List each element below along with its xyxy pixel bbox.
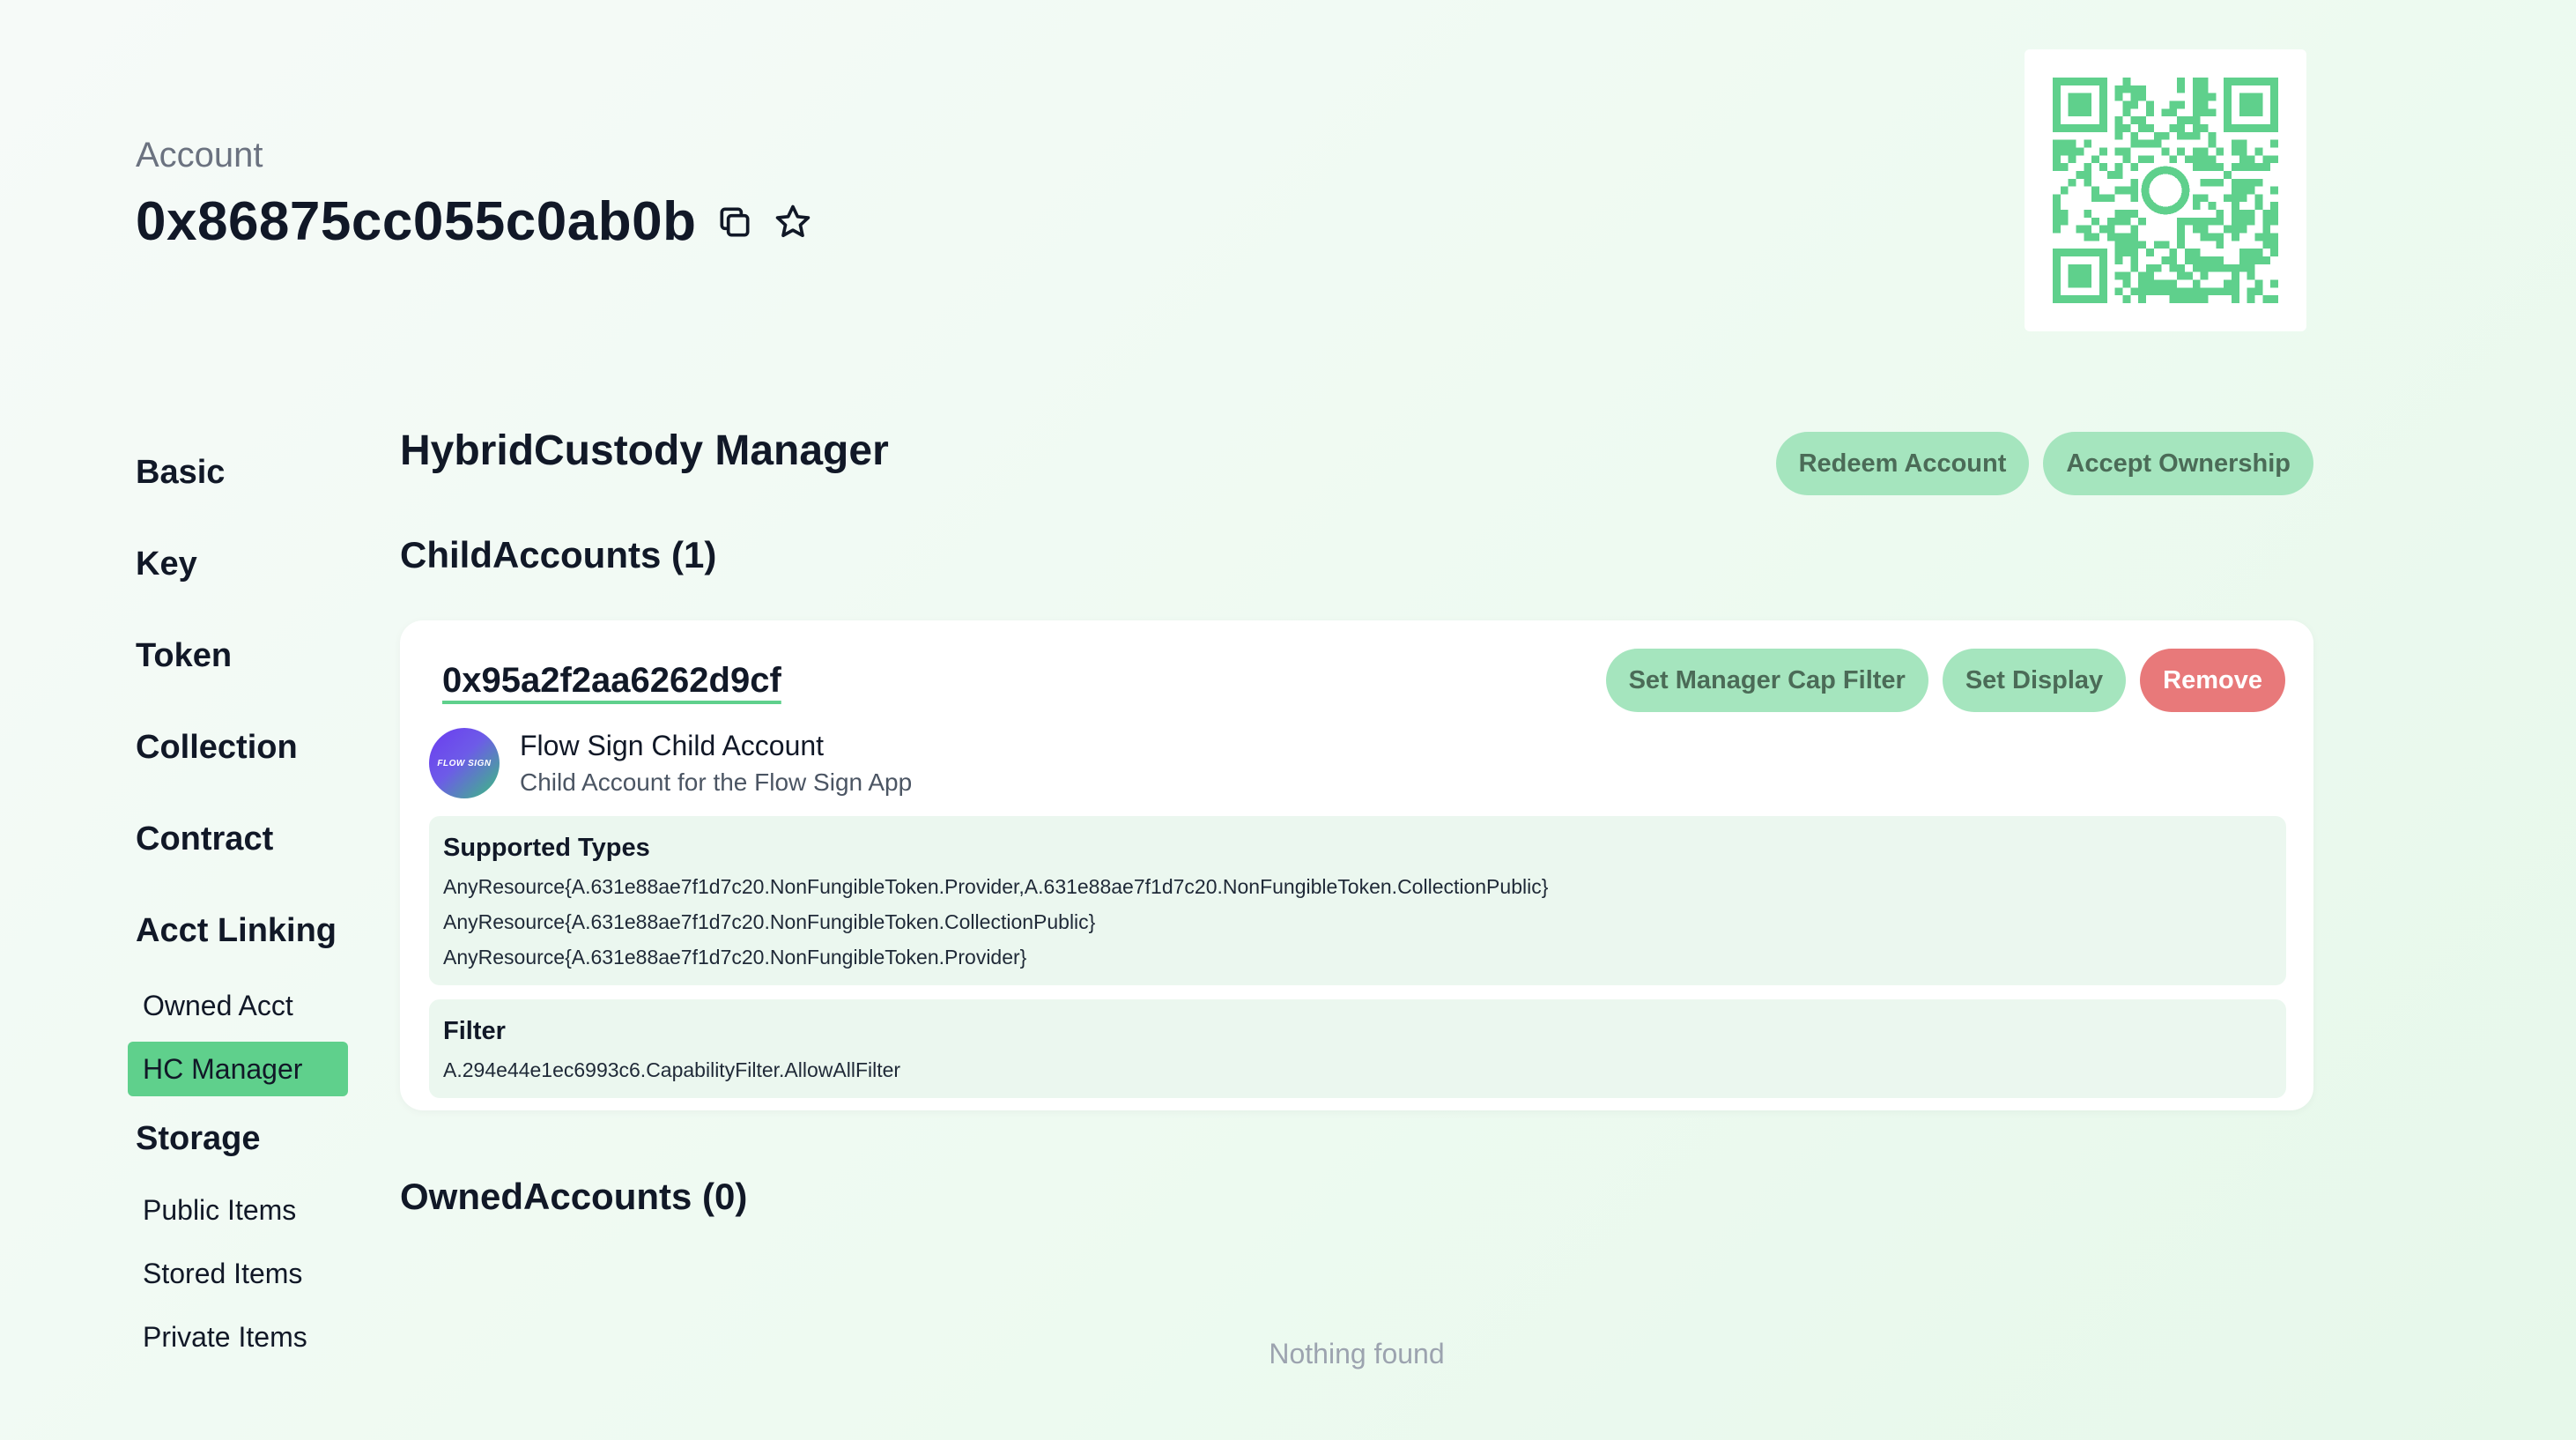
sidebar-item-public-items[interactable]: Public Items [128, 1183, 348, 1237]
remove-button[interactable]: Remove [2140, 649, 2285, 712]
sidebar-item-owned-acct[interactable]: Owned Acct [128, 978, 348, 1033]
copy-icon[interactable] [715, 203, 754, 241]
child-account-description: Child Account for the Flow Sign App [520, 768, 913, 796]
sidebar-item-stored-items[interactable]: Stored Items [128, 1246, 348, 1301]
redeem-account-button[interactable]: Redeem Account [1775, 432, 2030, 495]
avatar-text: FLOW SIGN [437, 758, 492, 768]
sidebar-item-storage[interactable]: Storage [128, 1105, 348, 1183]
supported-type-line: AnyResource{A.631e88ae7f1d7c20.NonFungib… [443, 875, 1549, 898]
owned-accounts-title: OwnedAccounts (0) [400, 1176, 748, 1217]
sidebar-item-collection[interactable]: Collection [128, 703, 348, 795]
child-account-actions: Set Manager Cap Filter Set Display Remov… [1605, 649, 2285, 712]
qr-code-icon [2053, 78, 2278, 303]
sidebar-item-token[interactable]: Token [128, 612, 348, 703]
address-row: 0x86875cc055c0ab0b [136, 189, 812, 256]
sidebar-nav: Basic Key Token Collection Contract Acct… [128, 428, 348, 1373]
sidebar-item-private-items[interactable]: Private Items [128, 1310, 348, 1364]
star-icon[interactable] [774, 203, 812, 241]
supported-types-box: Supported Types AnyResource{A.631e88ae7f… [429, 816, 2286, 985]
account-label: Account [136, 136, 263, 174]
sidebar-item-key[interactable]: Key [128, 520, 348, 612]
supported-type-line: AnyResource{A.631e88ae7f1d7c20.NonFungib… [443, 910, 1096, 933]
child-accounts-title: ChildAccounts (1) [400, 534, 717, 575]
supported-types-title: Supported Types [443, 834, 650, 862]
set-manager-cap-filter-button[interactable]: Set Manager Cap Filter [1605, 649, 1928, 712]
child-account-card: 0x95a2f2aa6262d9cf Set Manager Cap Filte… [400, 620, 2313, 1110]
sidebar-item-hc-manager[interactable]: HC Manager [128, 1042, 348, 1096]
accept-ownership-button[interactable]: Accept Ownership [2043, 432, 2313, 495]
sidebar-item-acct-linking[interactable]: Acct Linking [128, 887, 348, 978]
filter-box: Filter A.294e44e1ec6993c6.CapabilityFilt… [429, 999, 2286, 1098]
empty-state-text: Nothing found [1269, 1338, 1445, 1369]
set-display-button[interactable]: Set Display [1942, 649, 2127, 712]
child-account-address-link[interactable]: 0x95a2f2aa6262d9cf [442, 656, 781, 705]
filter-title: Filter [443, 1017, 506, 1045]
account-address: 0x86875cc055c0ab0b [136, 191, 697, 252]
child-account-avatar: FLOW SIGN [429, 728, 500, 798]
sidebar-item-contract[interactable]: Contract [128, 795, 348, 887]
page-title: HybridCustody Manager [400, 427, 889, 474]
manager-actions: Redeem Account Accept Ownership [1775, 432, 2313, 495]
supported-type-line: AnyResource{A.631e88ae7f1d7c20.NonFungib… [443, 946, 1027, 969]
qr-code [2025, 49, 2306, 331]
child-account-name: Flow Sign Child Account [520, 730, 825, 761]
account-header: Account 0x86875cc055c0ab0b [136, 130, 812, 256]
sidebar-item-basic[interactable]: Basic [128, 428, 348, 520]
filter-value: A.294e44e1ec6993c6.CapabilityFilter.Allo… [443, 1058, 901, 1081]
